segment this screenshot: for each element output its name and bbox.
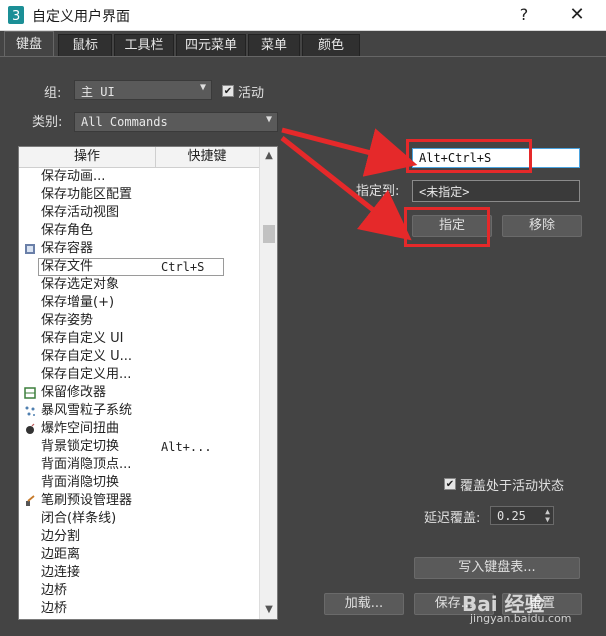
- annotation-arrows: [280, 127, 418, 241]
- baidu-watermark-url: jingyan.baidu.com: [470, 612, 572, 625]
- annotation-arrow-assign: [280, 136, 412, 241]
- customize-ui-dialog: 3 自定义用户界面 ? ✕ 键盘 鼠标 工具栏 四元菜单 菜单 颜色 组: 主 …: [0, 0, 606, 636]
- annotation-arrow-hotkey: [281, 127, 418, 177]
